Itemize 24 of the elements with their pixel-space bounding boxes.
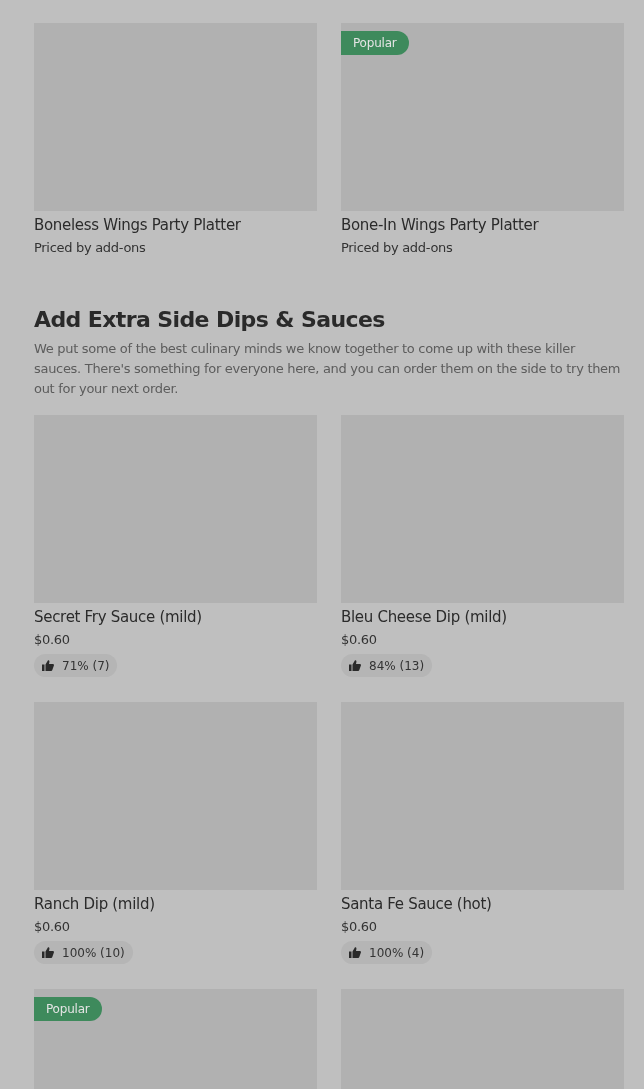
section-description: We put some of the best culinary minds we know together to come up with these killer sauces. There's something for everyone here, and you can order them on the side to try them out for your next order. — [34, 340, 622, 398]
item-price: $0.60 — [341, 918, 378, 936]
item-name[interactable]: Ranch Dip (mild) — [34, 893, 317, 915]
rating-text: 71% (7) — [62, 658, 110, 673]
item-price: $0.60 — [34, 631, 71, 649]
rating-text: 100% (4) — [369, 945, 425, 960]
item-price: $0.60 — [341, 631, 378, 649]
popular-badge: Popular — [34, 997, 102, 1021]
thumbs-up-icon — [42, 947, 54, 958]
item-price: $0.60 — [34, 918, 71, 936]
item-name[interactable]: Secret Fry Sauce (mild) — [34, 606, 317, 628]
item-name[interactable]: Santa Fe Sauce (hot) — [341, 893, 624, 915]
item-subtitle: Priced by add-ons — [34, 239, 147, 257]
thumbs-up-icon — [42, 660, 54, 671]
thumbs-up-icon — [349, 947, 361, 958]
item-name[interactable]: Bone-In Wings Party Platter — [341, 214, 624, 236]
item-name[interactable]: Boneless Wings Party Platter — [34, 214, 317, 236]
item-name[interactable]: Bleu Cheese Dip (mild) — [341, 606, 624, 628]
rating-text: 84% (13) — [369, 658, 425, 673]
section-title: Add Extra Side Dips & Sauces — [34, 306, 386, 334]
popular-badge: Popular — [341, 31, 409, 55]
thumbs-up-icon — [349, 660, 361, 671]
item-subtitle: Priced by add-ons — [341, 239, 454, 257]
rating-text: 100% (10) — [62, 945, 125, 960]
